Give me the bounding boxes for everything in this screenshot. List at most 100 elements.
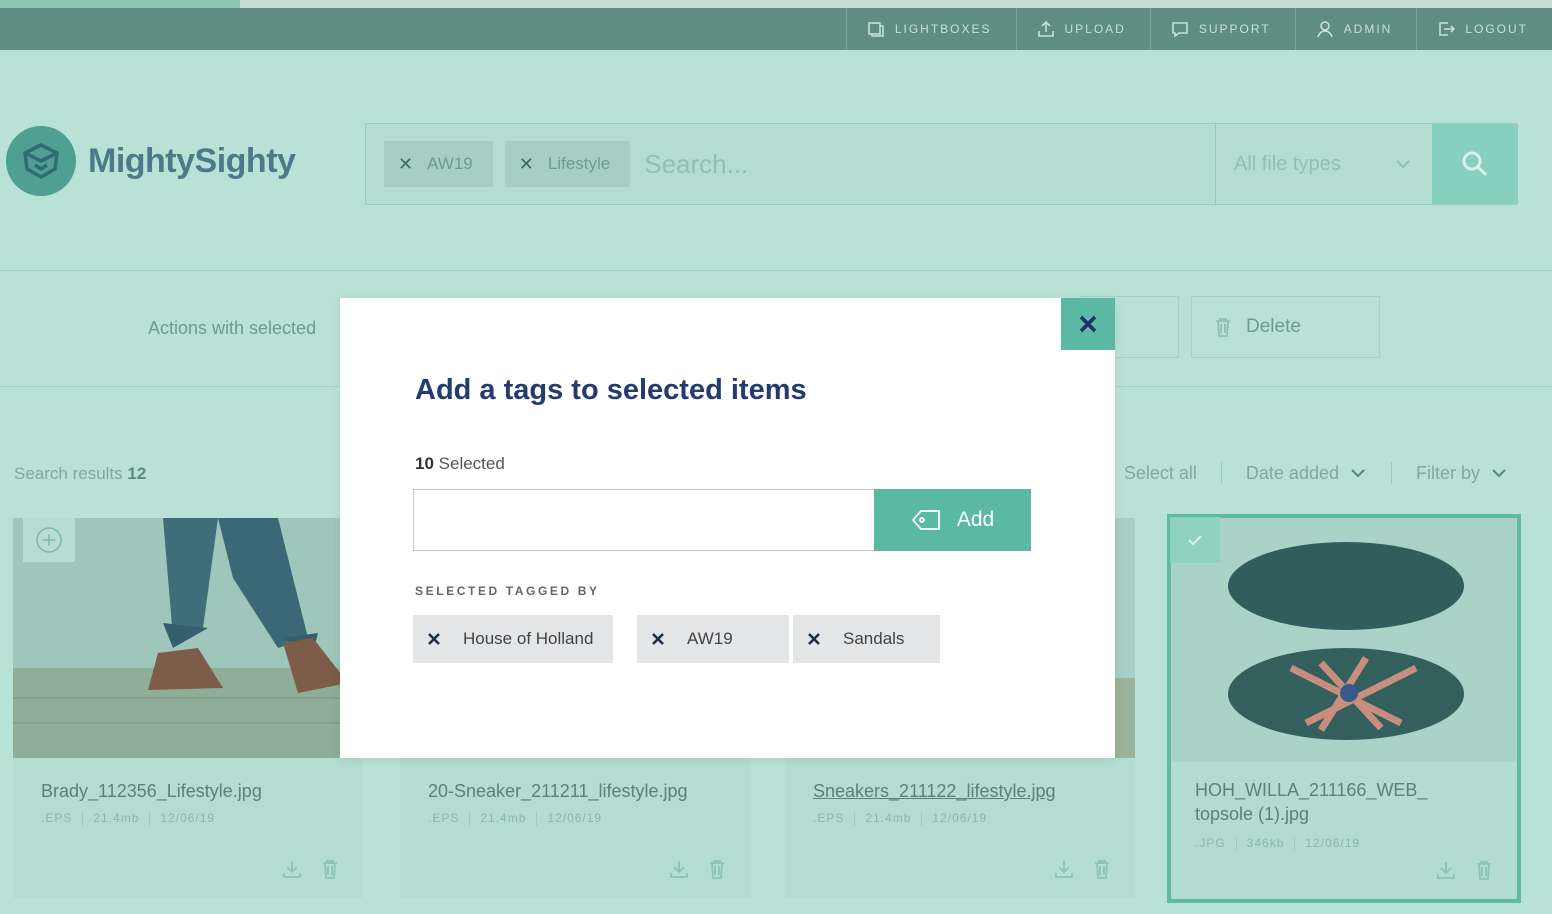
add-to-selection-button[interactable]	[23, 518, 75, 562]
card-date: 12/06/19	[160, 811, 216, 825]
nav-support-label: SUPPORT	[1198, 22, 1271, 36]
trash-icon[interactable]	[319, 858, 341, 880]
nav-upload-label: UPLOAD	[1064, 22, 1126, 36]
sort-label: Date added	[1245, 462, 1339, 483]
card-meta: .JPG 346kb 12/06/19	[1195, 836, 1360, 851]
card-filetype: .JPG	[1195, 836, 1226, 850]
card-size: 21.4mb	[865, 811, 912, 825]
card-size: 21.4mb	[93, 811, 140, 825]
sort-bar: Select all Date added Filter by	[1124, 462, 1508, 484]
card-date: 12/06/19	[1305, 836, 1361, 850]
download-icon[interactable]	[1053, 858, 1075, 880]
modal-title: Add a tags to selected items	[415, 374, 807, 406]
chevron-down-icon	[1492, 469, 1506, 478]
search-input[interactable]	[630, 148, 1215, 180]
chevron-down-icon	[1351, 469, 1365, 478]
user-icon	[1316, 21, 1333, 38]
tag-chip-label: House of Holland	[463, 629, 594, 648]
card-filetype: .EPS	[428, 811, 460, 825]
card-filetype: .EPS	[813, 811, 845, 825]
card-date: 12/06/19	[547, 811, 603, 825]
close-icon	[1079, 315, 1097, 333]
nav-logout-label: LOGOUT	[1465, 22, 1528, 36]
selected-check[interactable]	[1170, 517, 1220, 563]
selected-count-suffix: Selected	[438, 454, 505, 473]
result-card[interactable]: Brady_112356_Lifestyle.jpg .EPS 21.4mb 12/…	[13, 518, 363, 898]
card-image	[1171, 518, 1517, 762]
logout-icon	[1439, 22, 1456, 36]
delete-button-label: Delete	[1246, 316, 1301, 337]
filter-dropdown[interactable]: Filter by	[1416, 463, 1508, 484]
search-chip-label: AW19	[427, 154, 473, 173]
tag-input[interactable]	[413, 489, 875, 551]
result-card-selected[interactable]: HOH_WILLA_211166_WEB_ topsole (1).jpg .J…	[1167, 514, 1521, 903]
search-chip[interactable]: ✕ Lifestyle	[504, 141, 631, 187]
support-icon	[1172, 22, 1188, 38]
brand-logo[interactable]: MightySighty	[6, 126, 296, 196]
add-tag-button-label: Add	[956, 508, 995, 531]
download-icon[interactable]	[1435, 859, 1457, 881]
tag-chip-label: AW19	[687, 629, 733, 648]
search-bar: ✕ AW19 ✕ Lifestyle All file types	[365, 123, 1518, 205]
filter-label: Filter by	[1415, 462, 1480, 483]
close-button[interactable]	[1061, 298, 1115, 350]
trash-icon[interactable]	[1091, 858, 1113, 880]
card-filename[interactable]: Sneakers_211122_lifestyle.jpg	[813, 781, 1056, 802]
card-date: 12/06/19	[932, 811, 988, 825]
select-all-link[interactable]: Select all	[1124, 463, 1197, 484]
tag-chip[interactable]: Sandals	[793, 615, 941, 663]
selected-count: 10 Selected	[415, 454, 505, 474]
results-count: 12	[127, 464, 147, 483]
nav-upload[interactable]: UPLOAD	[1015, 8, 1150, 50]
remove-tag-icon[interactable]	[807, 632, 821, 646]
sort-dropdown[interactable]: Date added	[1246, 463, 1367, 484]
remove-tag-icon[interactable]	[651, 632, 665, 646]
remove-chip-icon[interactable]: ✕	[398, 154, 413, 175]
brand-name: MightySighty	[88, 141, 296, 180]
results-label-text: Search results	[14, 464, 123, 483]
add-tags-modal: Add a tags to selected items 10 Selected…	[340, 298, 1115, 758]
file-type-select[interactable]: All file types	[1215, 124, 1432, 204]
nav-admin-label: ADMIN	[1343, 22, 1393, 36]
download-icon[interactable]	[668, 858, 690, 880]
trash-icon[interactable]	[1473, 859, 1495, 881]
nav-support[interactable]: SUPPORT	[1149, 8, 1295, 50]
search-chip-label: Lifestyle	[547, 154, 611, 173]
nav-logout[interactable]: LOGOUT	[1416, 8, 1552, 50]
card-meta: .EPS 21.4mb 12/06/19	[813, 811, 987, 826]
card-filename[interactable]: Brady_112356_Lifestyle.jpg	[41, 781, 262, 802]
search-button[interactable]	[1432, 124, 1517, 204]
nav-lightboxes[interactable]: LIGHTBOXES	[845, 8, 1016, 50]
divider	[0, 270, 1552, 271]
results-label: Search results 12	[14, 464, 146, 484]
selected-count-number: 10	[415, 454, 434, 473]
card-filename[interactable]: 20-Sneaker_211211_lifestyle.jpg	[428, 781, 688, 802]
top-strip	[0, 0, 1552, 8]
delete-button[interactable]: Delete	[1191, 296, 1380, 358]
trash-icon[interactable]	[706, 858, 728, 880]
plus-circle-icon	[36, 527, 62, 553]
remove-chip-icon[interactable]: ✕	[519, 154, 534, 175]
card-filetype: .EPS	[41, 811, 73, 825]
brand-mark-icon	[6, 126, 76, 196]
card-meta: .EPS 21.4mb 12/06/19	[41, 811, 215, 826]
card-filename-line2: topsole (1).jpg	[1195, 804, 1310, 824]
card-filename[interactable]: HOH_WILLA_211166_WEB_ topsole (1).jpg	[1195, 778, 1427, 826]
tag-chip[interactable]: House of Holland	[413, 615, 614, 663]
search-chip[interactable]: ✕ AW19	[384, 141, 493, 187]
card-size: 21.4mb	[480, 811, 527, 825]
add-tag-button[interactable]: Add	[874, 489, 1031, 551]
remove-tag-icon[interactable]	[427, 632, 441, 646]
download-icon[interactable]	[281, 858, 303, 880]
search-icon	[1462, 151, 1487, 177]
actions-label: Actions with selected	[148, 318, 317, 338]
tag-icon	[911, 510, 940, 530]
lightbox-icon	[868, 22, 884, 37]
check-icon	[1188, 535, 1202, 546]
top-nav: LIGHTBOXES UPLOAD SUPPORT ADMIN LOGOUT	[0, 8, 1552, 50]
card-size: 346kb	[1246, 836, 1285, 850]
tag-chip[interactable]: AW19	[637, 615, 789, 663]
trash-icon	[1216, 318, 1230, 337]
nav-admin[interactable]: ADMIN	[1294, 8, 1417, 50]
chevron-down-icon	[1396, 160, 1410, 169]
